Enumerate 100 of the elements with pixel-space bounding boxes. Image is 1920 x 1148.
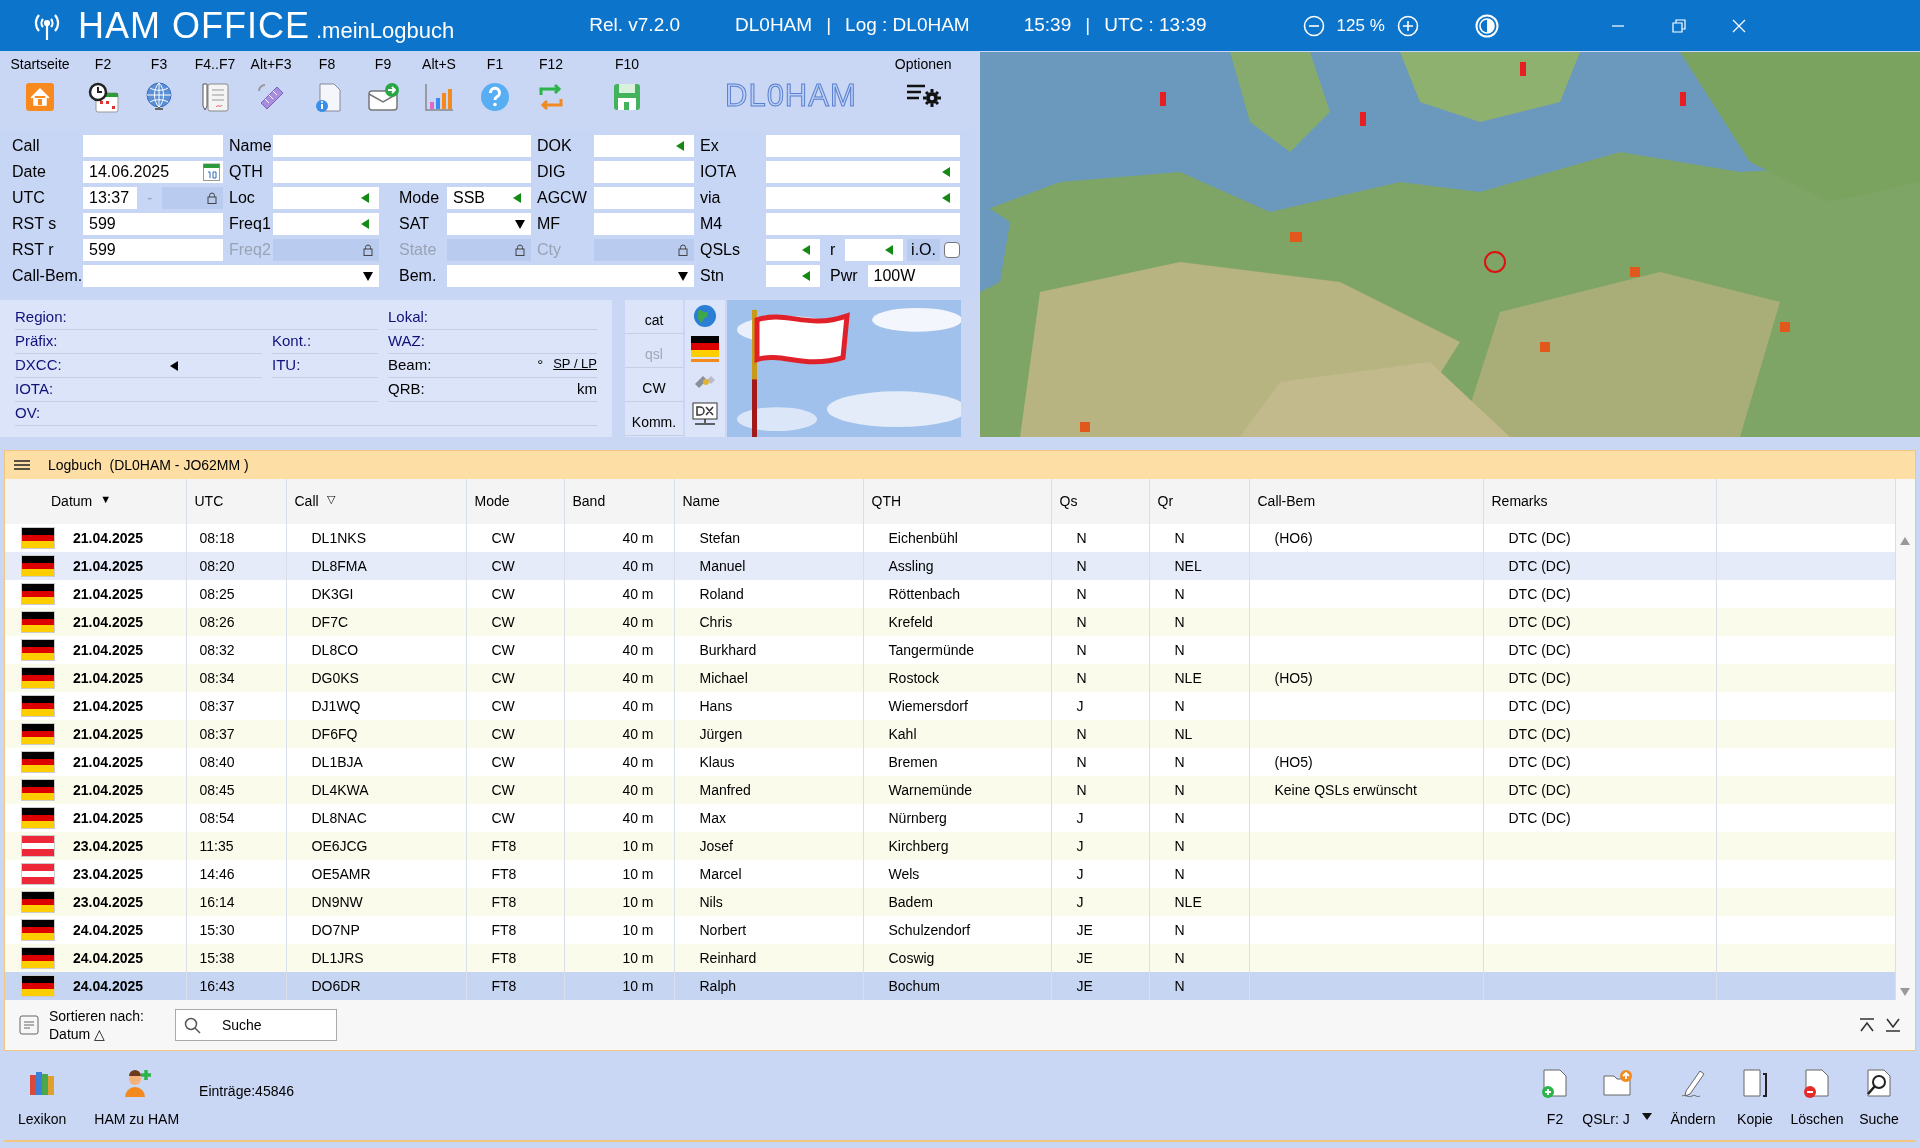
scrollbar[interactable] xyxy=(1895,479,1915,1000)
sort-value[interactable]: Datum △ xyxy=(49,1025,144,1043)
close-icon[interactable] xyxy=(1731,18,1746,33)
toolbar-button[interactable]: Suche xyxy=(1848,1067,1910,1130)
table-row[interactable]: 21.04.2025 08:54 DL8NAC CW 40 m Max Nürnberg J N DTC (DC) xyxy=(5,804,1895,832)
toolbar-button[interactable]: Lexikon xyxy=(18,1067,67,1130)
table-row[interactable]: 21.04.2025 08:45 DL4KWA CW 40 m Manfred Warnemünde N N Keine QSLs erwünscht DTC (DC) xyxy=(5,776,1895,804)
table-row[interactable]: 23.04.2025 16:14 DN9NW FT8 10 m Nils Badem J NLE xyxy=(5,888,1895,916)
flag-icon xyxy=(21,611,55,633)
date-field[interactable]: 14.06.2025 xyxy=(83,161,223,183)
scroll-down-icon[interactable] xyxy=(1900,988,1911,996)
contrast-icon[interactable] xyxy=(1474,13,1499,38)
date-cell-text: 23.04.2025 xyxy=(73,836,144,856)
input-field[interactable]: 100W xyxy=(867,265,960,287)
dropdown-arrow-icon[interactable] xyxy=(678,272,688,281)
input-field[interactable] xyxy=(766,161,960,183)
toolbar-button[interactable]: Löschen xyxy=(1786,1067,1848,1130)
table-cell: Marcel xyxy=(699,865,742,882)
toolbar-button[interactable]: F9 xyxy=(355,55,411,125)
zoom-out-icon[interactable] xyxy=(1302,14,1325,37)
toolbar-button[interactable]: F2 xyxy=(75,55,131,125)
input-field[interactable] xyxy=(273,213,379,235)
dropdown-field[interactable] xyxy=(83,265,379,287)
side-button[interactable]: CW xyxy=(625,368,683,402)
toolbar-button[interactable]: Startseite xyxy=(5,55,75,125)
dropdown-field[interactable] xyxy=(447,265,694,287)
toolbar-button[interactable]: F8 xyxy=(299,55,355,125)
side-button[interactable]: Komm. xyxy=(625,402,683,436)
side-button[interactable]: cat xyxy=(625,300,683,334)
table-cell: J xyxy=(1076,809,1084,826)
table-row[interactable]: 21.04.2025 08:18 DL1NKS CW 40 m Stefan Eichenbühl N N (HO6) DTC (DC) xyxy=(5,524,1895,552)
input-field[interactable] xyxy=(766,239,820,261)
table-row[interactable]: 21.04.2025 08:37 DJ1WQ CW 40 m Hans Wiemersdorf J N DTC (DC) xyxy=(5,692,1895,720)
table-row[interactable]: 21.04.2025 08:32 DL8CO CW 40 m Burkhard Tangermünde N N DTC (DC) xyxy=(5,636,1895,664)
toolbar-button[interactable]: Alt+F3 xyxy=(243,55,299,125)
table-row[interactable]: 23.04.2025 14:46 OE5AMR FT8 10 m Marcel Wels J N xyxy=(5,860,1895,888)
input-field[interactable]: 13:37 xyxy=(83,187,137,209)
table-cell: Manfred xyxy=(699,781,751,798)
restore-icon[interactable] xyxy=(1671,18,1686,33)
options-button[interactable]: Optionen xyxy=(894,55,952,107)
input-field[interactable] xyxy=(273,161,531,183)
input-field[interactable]: SSB xyxy=(447,187,531,209)
table-row[interactable]: 24.04.2025 16:43 DO6DR FT8 10 m Ralph Bochum JE N xyxy=(5,972,1895,1000)
scroll-top-icon[interactable] xyxy=(1859,1017,1875,1033)
input-field[interactable] xyxy=(594,213,694,235)
globe-icon[interactable] xyxy=(693,304,717,328)
input-field[interactable] xyxy=(594,161,694,183)
dropdown-field[interactable] xyxy=(447,213,531,235)
input-field[interactable] xyxy=(845,239,904,261)
table-row[interactable]: 21.04.2025 08:20 DL8FMA CW 40 m Manuel Assling N NEL DTC (DC) xyxy=(5,552,1895,580)
input-field[interactable] xyxy=(594,187,694,209)
table-cell: N xyxy=(1174,949,1185,966)
toolbar-button[interactable]: Kopie xyxy=(1724,1067,1786,1130)
input-field[interactable] xyxy=(273,187,379,209)
menu-icon[interactable] xyxy=(14,459,30,471)
input-field[interactable] xyxy=(766,213,960,235)
scroll-up-icon[interactable] xyxy=(1900,537,1911,545)
table-row[interactable]: 21.04.2025 08:25 DK3GI CW 40 m Roland Röttenbach N N DTC (DC) xyxy=(5,580,1895,608)
sort-icon[interactable] xyxy=(19,1015,39,1035)
table-row[interactable]: 21.04.2025 08:40 DL1BJA CW 40 m Klaus Bremen N N (HO5) DTC (DC) xyxy=(5,748,1895,776)
checkbox[interactable] xyxy=(944,242,960,258)
input-field[interactable] xyxy=(766,135,960,157)
table-row[interactable]: 21.04.2025 08:34 DG0KS CW 40 m Michael Rostock N NLE (HO5) DTC (DC) xyxy=(5,664,1895,692)
field-label: - xyxy=(146,188,154,208)
toolbar-button[interactable]: F12 xyxy=(523,55,579,125)
toolbar-button[interactable]: Ändern xyxy=(1662,1067,1724,1130)
input-field[interactable] xyxy=(594,135,694,157)
table-row[interactable]: 24.04.2025 15:38 DL1JRS FT8 10 m Reinhard Coswig JE N xyxy=(5,944,1895,972)
table-row[interactable]: 21.04.2025 08:26 DF7C CW 40 m Chris Krefeld N N DTC (DC) xyxy=(5,608,1895,636)
toolbar-button[interactable]: Alt+S xyxy=(411,55,467,125)
save-icon xyxy=(611,81,643,113)
zoom-in-icon[interactable] xyxy=(1396,14,1419,37)
arrow-left-icon[interactable] xyxy=(169,360,178,371)
sp-lp-link[interactable]: SP / LP xyxy=(553,354,597,377)
input-field[interactable] xyxy=(273,135,531,157)
toolbar-button[interactable]: F3 xyxy=(131,55,187,125)
table-cell: CW xyxy=(491,725,515,742)
dropdown-arrow-icon[interactable] xyxy=(515,220,525,229)
input-field[interactable] xyxy=(766,265,820,287)
toolbar-button[interactable]: F4..F7 xyxy=(187,55,243,125)
table-cell: N xyxy=(1174,837,1185,854)
toolbar-button[interactable]: HAM zu HAM xyxy=(94,1067,180,1130)
toolbar-button[interactable]: F1 xyxy=(467,55,523,125)
dx-cluster-icon[interactable] xyxy=(692,402,718,428)
table-row[interactable]: 24.04.2025 15:30 DO7NP FT8 10 m Norbert Schulzendorf JE N xyxy=(5,916,1895,944)
calendar-icon[interactable] xyxy=(203,163,220,181)
input-field[interactable] xyxy=(766,187,960,209)
input-field[interactable] xyxy=(83,135,223,157)
app-subtitle: .meinLogbuch xyxy=(316,19,455,42)
table-row[interactable]: 21.04.2025 08:37 DF6FQ CW 40 m Jürgen Kahl N NL DTC (DC) xyxy=(5,720,1895,748)
input-field[interactable]: 599 xyxy=(83,239,223,261)
search-field[interactable]: Suche xyxy=(174,1009,337,1041)
toolbar-button[interactable]: F10 xyxy=(599,55,655,125)
table-cell: Schulzendorf xyxy=(888,921,971,938)
table-cell: Michael xyxy=(699,669,748,686)
table-row[interactable]: 23.04.2025 11:35 OE6JCG FT8 10 m Josef Kirchberg J N xyxy=(5,832,1895,860)
flag-icon[interactable] xyxy=(691,336,719,362)
scroll-bottom-icon[interactable] xyxy=(1885,1017,1901,1033)
dropdown-arrow-icon[interactable] xyxy=(363,272,373,281)
input-field[interactable]: 599 xyxy=(83,213,223,235)
